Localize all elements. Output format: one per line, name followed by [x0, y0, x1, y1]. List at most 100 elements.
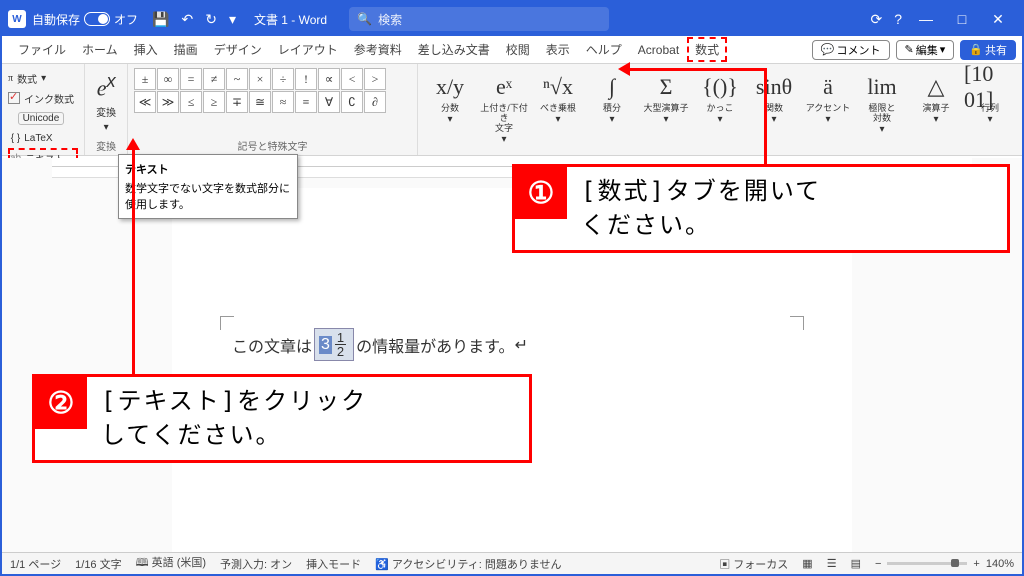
autosave-toggle[interactable]: 自動保存 オフ	[32, 11, 138, 28]
structure-item[interactable]: Σ大型演算子▾	[640, 68, 692, 153]
zoom-slider[interactable]	[887, 562, 967, 565]
margin-corner-icon	[790, 316, 804, 330]
structure-item[interactable]: lim極限と対数▾	[856, 68, 908, 153]
symbol-cell[interactable]: ÷	[272, 68, 294, 90]
ribbon-group-symbols: ±∞=≠~×÷!∝<>≪≫≤≥∓≅≈≡∀∁∂ 記号と特殊文字	[128, 64, 418, 155]
structure-item[interactable]: ⁿ√xべき乗根▾	[532, 68, 584, 153]
edit-button[interactable]: ✎ 編集 ▾	[896, 40, 955, 60]
view-web-icon[interactable]: ▤	[851, 557, 861, 570]
symbol-cell[interactable]: ≠	[203, 68, 225, 90]
formula-dropdown[interactable]: π 数式 ▾	[8, 68, 78, 88]
text-line[interactable]: この文章は 3 1 2 の情報量があります。 ↵	[232, 328, 792, 361]
tab-home[interactable]: ホーム	[74, 37, 126, 62]
structure-item[interactable]: {()}かっこ▾	[694, 68, 746, 153]
symbol-cell[interactable]: ≅	[249, 91, 271, 113]
latex-option[interactable]: { } LaTeX	[8, 128, 78, 148]
ink-equation[interactable]: インク数式	[8, 88, 78, 108]
tab-review[interactable]: 校閲	[498, 37, 538, 62]
zoom-out-icon[interactable]: −	[875, 558, 881, 570]
search-box[interactable]: 🔍 検索	[349, 7, 609, 31]
zoom-control[interactable]: − + 140%	[875, 558, 1014, 570]
symbol-cell[interactable]: ∓	[226, 91, 248, 113]
view-print-icon[interactable]: ▦	[802, 557, 812, 570]
share-button[interactable]: 🔒 共有	[960, 40, 1016, 60]
tab-references[interactable]: 参考資料	[346, 37, 410, 62]
symbol-cell[interactable]: ≫	[157, 91, 179, 113]
save-icon[interactable]: 💾	[152, 11, 169, 28]
tab-layout[interactable]: レイアウト	[270, 37, 346, 62]
zoom-in-icon[interactable]: +	[973, 558, 979, 570]
convert-icon[interactable]: ex	[97, 70, 116, 101]
minimize-icon[interactable]: —	[908, 11, 944, 27]
help-icon[interactable]: ?	[894, 11, 902, 27]
symbol-cell[interactable]: ≈	[272, 91, 294, 113]
symbol-cell[interactable]: =	[180, 68, 202, 90]
structure-item[interactable]: ∫積分▾	[586, 68, 638, 153]
unicode-option[interactable]: Unicode	[8, 108, 78, 128]
symbol-cell[interactable]: ∂	[364, 91, 386, 113]
redo-icon[interactable]: ↻	[205, 11, 217, 28]
undo-icon[interactable]: ↶	[181, 11, 193, 28]
arrow-1-line	[764, 68, 767, 166]
maximize-icon[interactable]: □	[944, 11, 980, 27]
tab-equation[interactable]: 数式	[687, 37, 727, 62]
tab-acrobat[interactable]: Acrobat	[630, 39, 687, 61]
structure-item[interactable]: △演算子▾	[910, 68, 962, 153]
paragraph-mark-icon: ↵	[515, 335, 528, 355]
symbol-cell[interactable]: ~	[226, 68, 248, 90]
structure-item[interactable]: [10 01]行列▾	[964, 68, 1016, 153]
symbol-cell[interactable]: ∝	[318, 68, 340, 90]
ribbon-group-convert: ex 変換 ▾ 変換	[85, 64, 128, 155]
structure-item[interactable]: eˣ上付き/下付き文字▾	[478, 68, 530, 153]
symbol-cell[interactable]: ∀	[318, 91, 340, 113]
symbol-cell[interactable]: ≪	[134, 91, 156, 113]
tooltip-title: テキスト	[125, 161, 291, 177]
autosave-label: 自動保存	[32, 11, 80, 28]
symbol-cell[interactable]: <	[341, 68, 363, 90]
checkbox-icon	[8, 92, 20, 104]
status-lang[interactable]: 🕮 英語 (米国)	[136, 554, 206, 573]
tooltip: テキスト 数学文字でない文字を数式部分に使用します。	[118, 154, 298, 219]
tab-mailings[interactable]: 差し込み文書	[410, 37, 498, 62]
symbol-cell[interactable]: ≥	[203, 91, 225, 113]
symbol-cell[interactable]: ≤	[180, 91, 202, 113]
tab-draw[interactable]: 描画	[166, 37, 206, 62]
structure-item[interactable]: äアクセント▾	[802, 68, 854, 153]
status-page[interactable]: 1/1 ページ	[10, 556, 61, 572]
status-focus[interactable]: ▣ フォーカス	[719, 556, 788, 572]
tab-help[interactable]: ヘルプ	[578, 37, 630, 62]
symbol-cell[interactable]: ∁	[341, 91, 363, 113]
structure-item[interactable]: sinθ関数▾	[748, 68, 800, 153]
sync-icon[interactable]: ⟳	[870, 11, 882, 28]
tab-file[interactable]: ファイル	[10, 37, 74, 62]
tab-design[interactable]: デザイン	[206, 37, 270, 62]
tab-view[interactable]: 表示	[538, 37, 578, 62]
symbol-cell[interactable]: ∞	[157, 68, 179, 90]
status-predict[interactable]: 予測入力: オン	[220, 556, 292, 572]
doc-title: 文書 1 - Word	[254, 11, 327, 28]
symbol-cell[interactable]: ±	[134, 68, 156, 90]
symbol-cell[interactable]: ≡	[295, 91, 317, 113]
convert-label[interactable]: 変換	[96, 104, 116, 119]
symbol-grid[interactable]: ±∞=≠~×÷!∝<> ≪≫≤≥∓≅≈≡∀∁∂	[134, 68, 411, 113]
status-words[interactable]: 1/16 文字	[75, 556, 121, 572]
titlebar: W 自動保存 オフ 💾 ↶ ↻ ▾ 文書 1 - Word 🔍 検索 ⟳ ? —…	[2, 2, 1022, 36]
status-a11y[interactable]: ♿ アクセシビリティ: 問題ありません	[375, 556, 561, 572]
symbol-cell[interactable]: ×	[249, 68, 271, 90]
fraction: 1 2	[335, 331, 346, 358]
view-read-icon[interactable]: ☰	[827, 557, 837, 570]
zoom-value[interactable]: 140%	[986, 558, 1014, 570]
close-icon[interactable]: ✕	[980, 11, 1016, 28]
callout-text: [テキスト]をクリック してください。	[87, 377, 381, 460]
callout-text: [数式]タブを開いて ください。	[567, 167, 835, 250]
callout-number: ②	[35, 377, 87, 429]
symbol-cell[interactable]: !	[295, 68, 317, 90]
tab-insert[interactable]: 挿入	[126, 37, 166, 62]
comment-button[interactable]: 💬 コメント	[812, 40, 890, 60]
eq-selected: 3	[319, 336, 332, 354]
equation-field[interactable]: 3 1 2	[314, 328, 354, 361]
search-icon: 🔍	[357, 12, 372, 26]
status-insert[interactable]: 挿入モード	[306, 556, 361, 572]
structure-item[interactable]: x/y分数▾	[424, 68, 476, 153]
symbol-cell[interactable]: >	[364, 68, 386, 90]
